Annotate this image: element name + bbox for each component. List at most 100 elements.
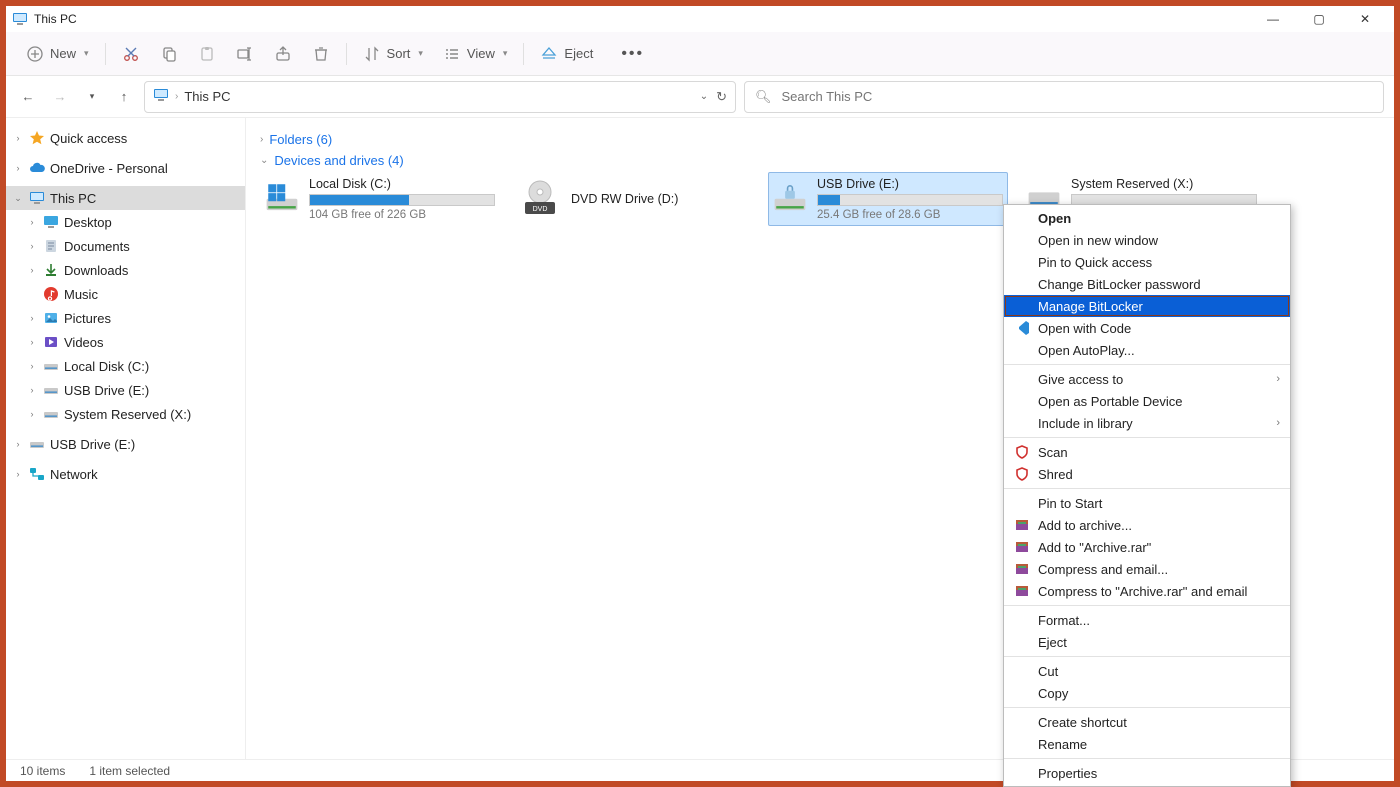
recent-locations-button[interactable]: ▾	[80, 85, 104, 109]
ctx-format[interactable]: Format...	[1004, 609, 1290, 631]
up-button[interactable]: ↑	[112, 85, 136, 109]
sidebar-item-network[interactable]: ›Network	[6, 462, 245, 486]
group-drives[interactable]: ⌄ Devices and drives (4)	[260, 153, 1380, 168]
sidebar-item-pictures[interactable]: ›Pictures	[6, 306, 245, 330]
ctx-compress-email[interactable]: Compress and email...	[1004, 558, 1290, 580]
chevron-right-icon[interactable]: ›	[26, 409, 38, 419]
ctx-scan[interactable]: Scan	[1004, 441, 1290, 463]
back-button[interactable]: ←	[16, 85, 40, 109]
ctx-compress-rar-email[interactable]: Compress to "Archive.rar" and email	[1004, 580, 1290, 602]
ctx-open-new-window[interactable]: Open in new window	[1004, 229, 1290, 251]
usb-locked-icon	[773, 177, 807, 219]
copy-button[interactable]	[152, 41, 186, 67]
refresh-button[interactable]: ↻	[716, 89, 727, 105]
separator	[523, 43, 524, 65]
ctx-pin-to-start[interactable]: Pin to Start	[1004, 492, 1290, 514]
chevron-right-icon[interactable]: ›	[26, 313, 38, 323]
chevron-right-icon[interactable]: ›	[26, 265, 38, 275]
forward-button[interactable]: →	[48, 85, 72, 109]
chevron-right-icon[interactable]: ›	[12, 469, 24, 479]
chevron-down-icon[interactable]: ⌄	[700, 91, 708, 102]
eject-toolbar-button[interactable]: Eject	[532, 41, 601, 67]
search-box[interactable]: 🔍︎	[744, 81, 1384, 113]
sidebar-item-usb-drive[interactable]: ›USB Drive (E:)	[6, 378, 245, 402]
context-menu: Open Open in new window Pin to Quick acc…	[1003, 204, 1291, 787]
drive-windows-icon	[265, 177, 299, 219]
ctx-add-to-archive-rar[interactable]: Add to "Archive.rar"	[1004, 536, 1290, 558]
status-items: 10 items	[20, 764, 65, 778]
ctx-manage-bitlocker[interactable]: Manage BitLocker	[1004, 295, 1290, 317]
ctx-properties[interactable]: Properties	[1004, 762, 1290, 784]
dvd-drive-icon: DVD	[519, 178, 561, 220]
paste-button[interactable]	[190, 41, 224, 67]
ctx-open-portable-device[interactable]: Open as Portable Device	[1004, 390, 1290, 412]
sort-button[interactable]: Sort ▾	[355, 41, 431, 67]
navigation-row: ← → ▾ ↑ › This PC ⌄ ↻ 🔍︎	[6, 76, 1394, 118]
sidebar-item-downloads[interactable]: ›Downloads	[6, 258, 245, 282]
sidebar-item-music[interactable]: Music	[6, 282, 245, 306]
sidebar-item-local-disk[interactable]: ›Local Disk (C:)	[6, 354, 245, 378]
new-label: New	[50, 46, 76, 61]
group-folders[interactable]: › Folders (6)	[260, 132, 1380, 147]
ctx-open-autoplay[interactable]: Open AutoPlay...	[1004, 339, 1290, 361]
maximize-button[interactable]: ▢	[1296, 6, 1342, 32]
drive-dvd-d[interactable]: DVD DVD RW Drive (D:)	[514, 172, 754, 226]
cut-button[interactable]	[114, 41, 148, 67]
ctx-include-in-library[interactable]: Include in library›	[1004, 412, 1290, 434]
mcafee-icon	[1014, 444, 1030, 460]
sidebar-item-videos[interactable]: ›Videos	[6, 330, 245, 354]
sidebar-item-onedrive[interactable]: › OneDrive - Personal	[6, 156, 245, 180]
ctx-change-bitlocker-password[interactable]: Change BitLocker password	[1004, 273, 1290, 295]
drive-local-c[interactable]: Local Disk (C:) 104 GB free of 226 GB	[260, 172, 500, 226]
ctx-pin-quick-access[interactable]: Pin to Quick access	[1004, 251, 1290, 273]
close-button[interactable]: ✕	[1342, 6, 1388, 32]
ctx-add-to-archive[interactable]: Add to archive...	[1004, 514, 1290, 536]
sidebar-item-system-reserved[interactable]: ›System Reserved (X:)	[6, 402, 245, 426]
drive-usb-e[interactable]: USB Drive (E:) 25.4 GB free of 28.6 GB	[768, 172, 1008, 226]
chevron-right-icon[interactable]: ›	[12, 163, 24, 173]
sidebar-item-usb-drive-outer[interactable]: ›USB Drive (E:)	[6, 432, 245, 456]
chevron-down-icon[interactable]: ⌄	[12, 193, 24, 204]
chevron-right-icon[interactable]: ›	[26, 217, 38, 227]
ctx-shred[interactable]: Shred	[1004, 463, 1290, 485]
ctx-rename[interactable]: Rename	[1004, 733, 1290, 755]
share-button[interactable]	[266, 41, 300, 67]
trash-icon	[312, 45, 330, 63]
sidebar-item-quick-access[interactable]: › Quick access	[6, 126, 245, 150]
search-input[interactable]	[780, 88, 1373, 105]
rename-button[interactable]	[228, 41, 262, 67]
view-button[interactable]: View ▾	[435, 41, 515, 67]
menu-separator	[1004, 758, 1290, 759]
more-button[interactable]: •••	[613, 41, 652, 67]
star-icon	[28, 129, 46, 147]
ctx-open[interactable]: Open	[1004, 207, 1290, 229]
ctx-copy[interactable]: Copy	[1004, 682, 1290, 704]
ctx-cut[interactable]: Cut	[1004, 660, 1290, 682]
ctx-label: Pin to Quick access	[1038, 255, 1152, 270]
chevron-right-icon[interactable]: ›	[26, 337, 38, 347]
new-button[interactable]: New ▾	[18, 41, 97, 67]
ctx-open-with-code[interactable]: Open with Code	[1004, 317, 1290, 339]
sidebar-item-desktop[interactable]: › Desktop	[6, 210, 245, 234]
ctx-label: Compress and email...	[1038, 562, 1168, 577]
ctx-label: Open	[1038, 211, 1071, 226]
ctx-label: Open with Code	[1038, 321, 1131, 336]
ctx-eject[interactable]: Eject	[1004, 631, 1290, 653]
chevron-right-icon[interactable]: ›	[26, 241, 38, 251]
ctx-label: Add to "Archive.rar"	[1038, 540, 1151, 555]
chevron-right-icon[interactable]: ›	[26, 385, 38, 395]
address-bar[interactable]: › This PC ⌄ ↻	[144, 81, 736, 113]
chevron-right-icon[interactable]: ›	[26, 361, 38, 371]
chevron-right-icon[interactable]: ›	[12, 133, 24, 143]
ctx-give-access-to[interactable]: Give access to›	[1004, 368, 1290, 390]
drive-label: DVD RW Drive (D:)	[571, 192, 749, 206]
delete-button[interactable]	[304, 41, 338, 67]
scissors-icon	[122, 45, 140, 63]
breadcrumb[interactable]: This PC	[184, 89, 230, 104]
minimize-button[interactable]: —	[1250, 6, 1296, 32]
sidebar-item-documents[interactable]: ›Documents	[6, 234, 245, 258]
sidebar-item-this-pc[interactable]: ⌄ This PC	[6, 186, 245, 210]
sidebar-label: Desktop	[64, 215, 112, 230]
chevron-right-icon[interactable]: ›	[12, 439, 24, 449]
ctx-create-shortcut[interactable]: Create shortcut	[1004, 711, 1290, 733]
